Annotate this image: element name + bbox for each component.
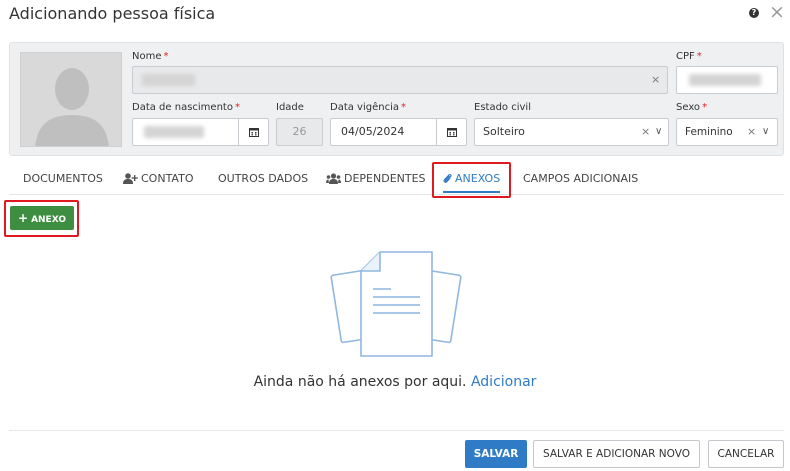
save-and-add-button[interactable]: SALVAR E ADICIONAR NOVO xyxy=(533,440,700,468)
cpf-label-text: CPF xyxy=(676,51,695,62)
nome-label: Nome * xyxy=(132,51,169,62)
person-form-panel: Nome * × CPF * Data de nascimento * Idade 2… xyxy=(9,42,784,156)
nome-required-mark: * xyxy=(163,51,169,62)
idade-field: 26 xyxy=(276,118,323,146)
data-nascimento-required-mark: * xyxy=(234,102,240,113)
footer-divider xyxy=(9,430,784,431)
tab-bar: DOCUMENTOS CONTATO OUTROS DADOS DEPENDEN… xyxy=(9,165,784,195)
cpf-required-mark: * xyxy=(696,51,702,62)
tab-contato-label: CONTATO xyxy=(141,172,194,185)
sexo-select[interactable]: Feminino × ∨ xyxy=(676,118,778,146)
user-silhouette-icon xyxy=(35,68,109,146)
data-nascimento-calendar-button[interactable] xyxy=(238,119,268,145)
users-icon xyxy=(326,173,341,184)
help-icon[interactable]: ? xyxy=(749,8,759,18)
tab-outros-dados[interactable]: OUTROS DADOS xyxy=(218,165,308,193)
tab-contato[interactable]: CONTATO xyxy=(123,165,193,193)
add-anexo-highlight xyxy=(4,200,79,237)
empty-state-message: Ainda não há anexos por aqui. Adicionar xyxy=(0,374,790,390)
anexos-tab-highlight xyxy=(432,162,511,198)
sexo-label-text: Sexo xyxy=(676,102,701,113)
chevron-down-icon[interactable]: ∨ xyxy=(655,119,662,145)
tab-documentos[interactable]: DOCUMENTOS xyxy=(23,165,103,193)
cpf-field[interactable] xyxy=(676,66,778,94)
sexo-label: Sexo * xyxy=(676,102,707,113)
data-nascimento-redacted-value xyxy=(144,126,204,138)
user-plus-icon xyxy=(123,173,138,184)
cancel-button[interactable]: CANCELAR xyxy=(708,440,784,468)
tab-dependentes[interactable]: DEPENDENTES xyxy=(326,165,426,193)
save-button[interactable]: SALVAR xyxy=(465,440,527,468)
close-icon[interactable]: × xyxy=(769,2,785,22)
data-vigencia-label: Data vigência * xyxy=(330,102,406,113)
data-nascimento-field[interactable] xyxy=(132,118,269,146)
sexo-clear-icon[interactable]: × xyxy=(747,119,756,145)
idade-label: Idade xyxy=(276,102,304,113)
data-vigencia-field[interactable]: 04/05/2024 xyxy=(330,118,467,146)
estado-civil-select[interactable]: Solteiro × ∨ xyxy=(474,118,669,146)
nome-redacted-value xyxy=(142,74,195,86)
data-vigencia-value: 04/05/2024 xyxy=(341,125,405,138)
estado-civil-value: Solteiro xyxy=(483,125,525,138)
calendar-icon xyxy=(447,128,457,137)
data-vigencia-label-text: Data vigência xyxy=(330,102,399,113)
sexo-value: Feminino xyxy=(685,126,733,138)
tab-campos-adicionais[interactable]: CAMPOS ADICIONAIS xyxy=(523,165,638,193)
data-vigencia-calendar-button[interactable] xyxy=(436,119,466,145)
chevron-down-icon[interactable]: ∨ xyxy=(762,119,769,145)
cpf-redacted-value xyxy=(689,74,761,86)
sexo-required-mark: * xyxy=(702,102,708,113)
nome-clear-icon[interactable]: × xyxy=(651,67,660,93)
data-nascimento-label: Data de nascimento * xyxy=(132,102,240,113)
data-vigencia-required-mark: * xyxy=(401,102,406,113)
empty-state-text: Ainda não há anexos por aqui. xyxy=(253,374,467,390)
cpf-label: CPF * xyxy=(676,51,702,62)
tab-dependentes-label: DEPENDENTES xyxy=(344,172,426,185)
photo-avatar[interactable] xyxy=(20,52,122,147)
estado-civil-clear-icon[interactable]: × xyxy=(641,119,650,145)
empty-documents-icon xyxy=(330,251,462,357)
adicionar-link[interactable]: Adicionar xyxy=(471,374,536,390)
estado-civil-label: Estado civil xyxy=(474,102,531,113)
dialog-title: Adicionando pessoa física xyxy=(9,4,216,23)
nome-label-text: Nome xyxy=(132,51,162,62)
nome-field[interactable]: × xyxy=(132,66,668,94)
calendar-icon xyxy=(249,128,259,137)
data-nascimento-label-text: Data de nascimento xyxy=(132,102,233,113)
